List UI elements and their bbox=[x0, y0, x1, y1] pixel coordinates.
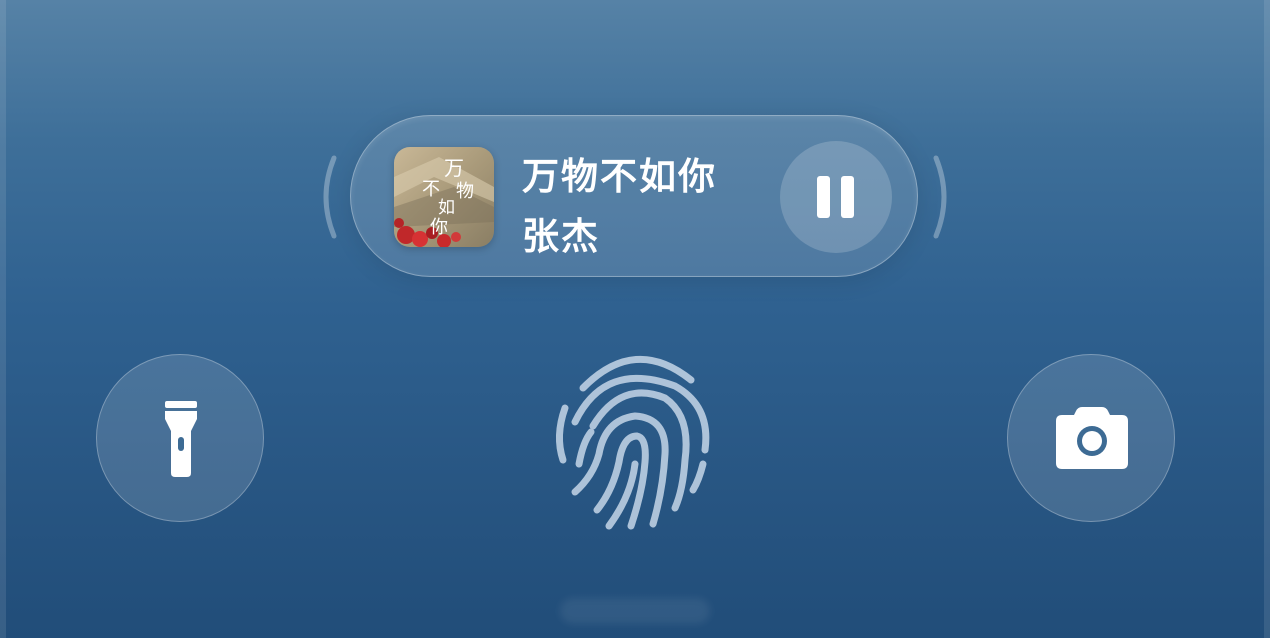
album-cover-char-3: 不 bbox=[422, 179, 440, 200]
bottom-indicator bbox=[560, 598, 710, 624]
camera-button[interactable] bbox=[1007, 354, 1175, 522]
album-cover-char-1: 万 bbox=[444, 156, 464, 180]
screen-edge-left bbox=[0, 0, 6, 638]
album-cover-char-5: 你 bbox=[430, 217, 448, 238]
camera-icon bbox=[1056, 407, 1128, 469]
screen-edge-right bbox=[1264, 0, 1270, 638]
album-cover[interactable]: 万 物 不 如 你 bbox=[394, 147, 494, 247]
flashlight-button[interactable] bbox=[96, 354, 264, 522]
album-cover-char-4: 如 bbox=[438, 198, 455, 218]
album-cover-char-2: 物 bbox=[456, 181, 474, 202]
fingerprint-icon[interactable] bbox=[535, 340, 735, 540]
album-cover-art: 万 物 不 如 你 bbox=[394, 147, 494, 247]
flashlight-icon bbox=[165, 401, 197, 477]
artist-name: 张杰 bbox=[522, 215, 600, 258]
bracket-left-decoration bbox=[323, 155, 337, 239]
pause-button[interactable] bbox=[780, 141, 892, 253]
bracket-right-decoration bbox=[933, 155, 947, 239]
song-title: 万物不如你 bbox=[522, 155, 717, 198]
